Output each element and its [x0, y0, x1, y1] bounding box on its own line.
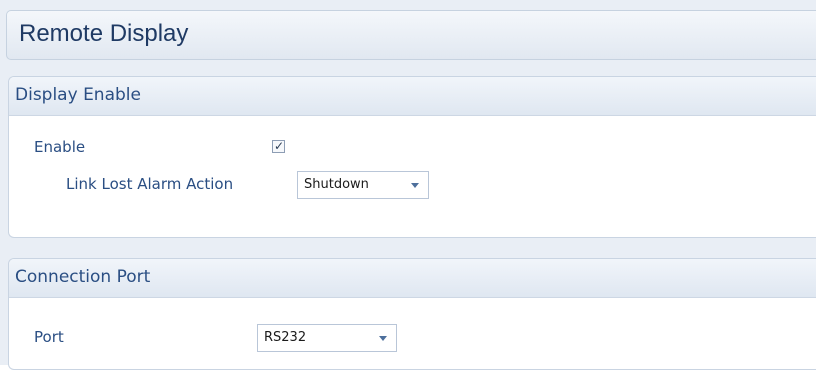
connection-port-group: Connection Port Port RS232: [8, 258, 816, 370]
chevron-down-icon: [411, 183, 419, 188]
display-enable-header: Display Enable: [9, 77, 816, 116]
page-title-bar: Remote Display: [6, 10, 816, 60]
display-enable-title: Display Enable: [15, 85, 141, 105]
link-lost-alarm-action-label: Link Lost Alarm Action: [66, 175, 234, 193]
connection-port-title: Connection Port: [15, 267, 151, 287]
enable-checkbox[interactable]: ✓: [272, 139, 285, 153]
port-select[interactable]: RS232: [257, 324, 397, 352]
link-lost-alarm-action-select[interactable]: Shutdown: [297, 171, 429, 199]
chevron-down-icon: [379, 336, 387, 341]
page-title: Remote Display: [19, 20, 189, 47]
display-enable-group: Display Enable Enable ✓ Link Lost Alarm …: [8, 76, 816, 238]
check-icon: ✓: [274, 139, 285, 153]
link-lost-alarm-action-value: Shutdown: [304, 177, 369, 192]
port-label: Port: [34, 328, 64, 346]
settings-page: Remote Display Display Enable Enable ✓ L…: [0, 0, 816, 370]
connection-port-header: Connection Port: [9, 259, 816, 298]
port-value: RS232: [264, 330, 307, 345]
enable-label: Enable: [34, 138, 86, 156]
